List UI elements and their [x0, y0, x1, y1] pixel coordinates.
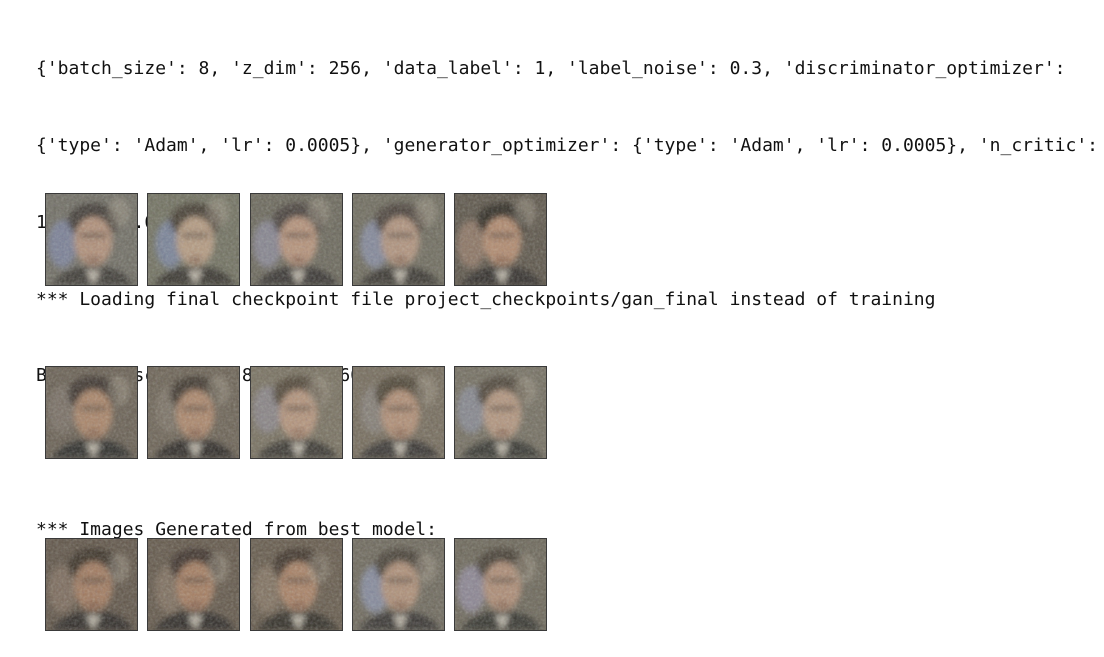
generated-face-image — [148, 366, 240, 458]
generated-images-grid — [45, 193, 555, 638]
output-line-config-1: {'batch_size': 8, 'z_dim': 256, 'data_la… — [36, 58, 1066, 80]
generated-image-thumbnail — [351, 365, 445, 459]
generated-face-image — [455, 366, 546, 458]
generated-image-thumbnail — [147, 193, 241, 286]
generated-image-thumbnail — [351, 193, 445, 286]
output-line-config-2: {'type': 'Adam', 'lr': 0.0005}, 'generat… — [36, 134, 1099, 156]
generated-image-thumbnail — [45, 365, 138, 459]
generated-image-thumbnail — [454, 365, 547, 459]
generated-face-image — [46, 366, 137, 458]
generated-face-image — [250, 194, 342, 285]
generated-image-thumbnail — [454, 538, 547, 631]
generated-face-image — [148, 194, 240, 285]
generated-face-image — [352, 366, 444, 458]
generated-face-image — [352, 194, 444, 285]
generated-image-thumbnail — [45, 193, 138, 286]
generated-face-image — [250, 539, 342, 630]
generated-face-image — [46, 539, 137, 630]
generated-image-thumbnail — [454, 193, 547, 286]
generated-face-image — [455, 539, 546, 630]
generated-image-thumbnail — [249, 365, 343, 459]
generated-face-image — [455, 194, 546, 285]
generated-image-thumbnail — [147, 538, 241, 631]
generated-face-image — [250, 366, 342, 458]
generated-face-image — [148, 539, 240, 630]
generated-image-thumbnail — [249, 193, 343, 286]
generated-image-thumbnail — [147, 365, 241, 459]
generated-image-thumbnail — [249, 538, 343, 631]
generated-face-image — [46, 194, 137, 285]
generated-face-image — [352, 539, 444, 630]
generated-image-thumbnail — [45, 538, 138, 631]
generated-image-thumbnail — [351, 538, 445, 631]
